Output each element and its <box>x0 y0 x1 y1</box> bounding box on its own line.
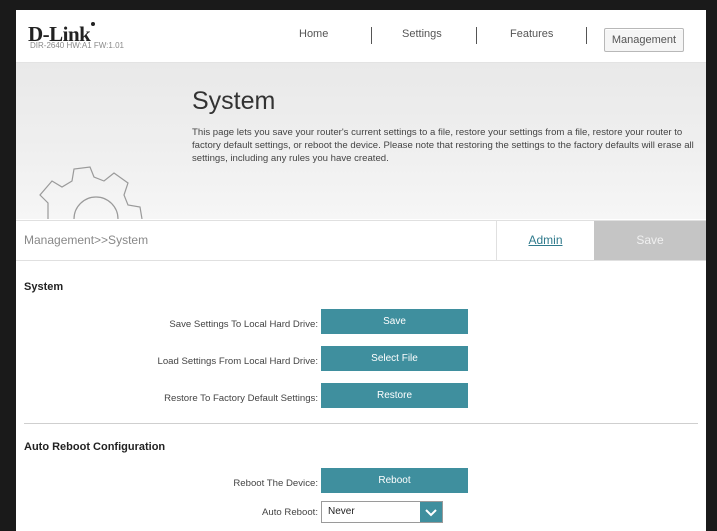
breadcrumb-bar: Management>>System Admin Save <box>16 220 706 261</box>
top-bar: D-Link DIR-2640 HW:A1 FW:1.01 Home Setti… <box>16 10 706 63</box>
select-file-button[interactable]: Select File <box>321 346 468 371</box>
chevron-down-icon[interactable] <box>420 502 442 522</box>
page-title: System <box>192 87 276 115</box>
nav-features[interactable]: Features <box>510 28 553 40</box>
page-description: This page lets you save your router's cu… <box>192 127 694 164</box>
load-settings-label: Load Settings From Local Hard Drive: <box>157 356 319 367</box>
nav-separator <box>371 27 372 44</box>
model-info: DIR-2640 HW:A1 FW:1.01 <box>30 41 124 50</box>
section-divider <box>24 423 698 424</box>
page-banner: System This page lets you save your rout… <box>16 63 706 219</box>
reboot-device-label: Reboot The Device: <box>233 478 318 489</box>
nav-home[interactable]: Home <box>299 28 328 40</box>
nav-separator <box>476 27 477 44</box>
auto-reboot-select[interactable]: Never <box>321 501 443 523</box>
reboot-button[interactable]: Reboot <box>321 468 468 493</box>
router-page: D-Link DIR-2640 HW:A1 FW:1.01 Home Setti… <box>14 10 708 531</box>
section-heading-system: System <box>24 281 64 293</box>
save-settings-label: Save Settings To Local Hard Drive: <box>169 319 318 330</box>
gear-icon <box>39 166 143 219</box>
section-heading-auto-reboot: Auto Reboot Configuration <box>24 441 166 453</box>
restore-button[interactable]: Restore <box>321 383 468 408</box>
restore-defaults-label: Restore To Factory Default Settings: <box>164 393 318 404</box>
auto-reboot-value: Never <box>328 506 355 517</box>
nav-management[interactable]: Management <box>604 28 684 52</box>
nav-settings[interactable]: Settings <box>402 28 442 40</box>
auto-reboot-label: Auto Reboot: <box>261 507 318 518</box>
breadcrumb: Management>>System <box>24 233 149 247</box>
save-button-disabled[interactable]: Save <box>594 221 706 260</box>
save-settings-button[interactable]: Save <box>321 309 468 334</box>
admin-link[interactable]: Admin <box>496 221 594 260</box>
nav-separator <box>586 27 587 44</box>
